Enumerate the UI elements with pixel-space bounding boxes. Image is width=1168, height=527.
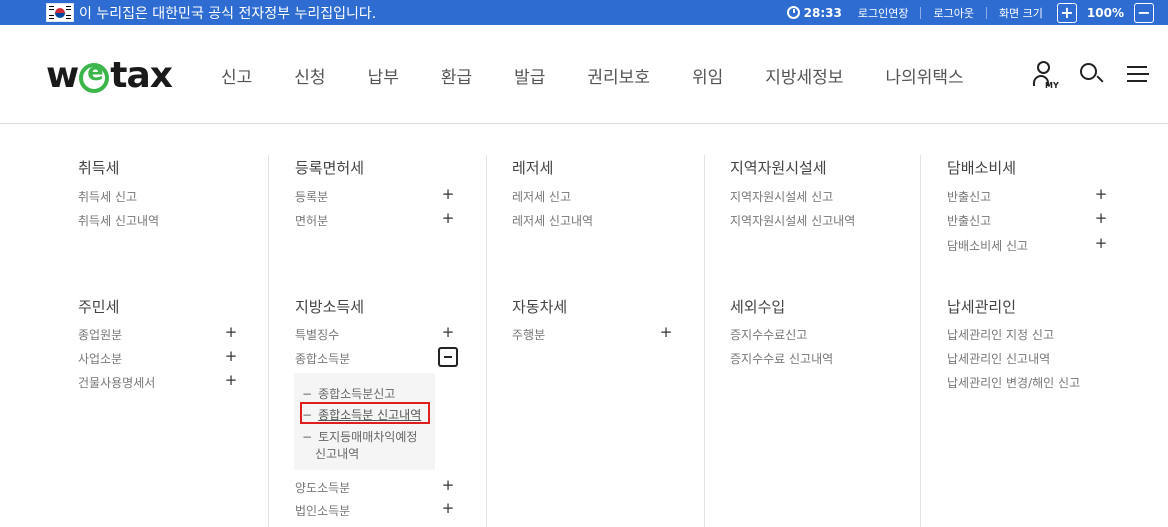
menu-item[interactable]: 납세관리인 변경/해인 신고	[947, 374, 1080, 391]
category-local-income-tax[interactable]: 지방소득세	[295, 296, 364, 317]
highlight-box	[300, 402, 430, 424]
category-tax-administrator[interactable]: 납세관리인	[947, 296, 1016, 317]
menu-item[interactable]: 사업소분	[78, 350, 122, 367]
menu-item[interactable]: 종합소득분	[295, 350, 350, 367]
category-resident-tax[interactable]: 주민세	[78, 296, 119, 317]
expand-plus-icon[interactable]: +	[441, 209, 455, 227]
screen-size-label: 화면 크기	[998, 6, 1043, 20]
category-regional-resource-tax[interactable]: 지역자원시설세	[730, 157, 827, 178]
menu-item[interactable]: 등록분	[295, 188, 328, 205]
nav-my-wetax[interactable]: 나의위택스	[885, 63, 963, 88]
column-divider	[268, 155, 269, 527]
wetax-logo[interactable]: wtax	[46, 55, 173, 96]
collapse-minus-icon[interactable]	[438, 347, 458, 367]
column-divider	[920, 155, 921, 527]
expand-plus-icon[interactable]: +	[441, 185, 455, 203]
submenu-item[interactable]: − 토지등매매차익예정	[302, 428, 417, 445]
menu-item[interactable]: 지역자원시설세 신고내역	[730, 212, 855, 229]
menu-item[interactable]: 반출신고	[947, 212, 991, 229]
site-header: wtax 신고 신청 납부 환급 발급 권리보호 위임 지방세정보 나의위택스 …	[0, 25, 1168, 124]
zoom-in-button[interactable]: +	[1056, 2, 1077, 23]
expand-plus-icon[interactable]: +	[224, 371, 238, 389]
menu-item[interactable]: 납세관리인 신고내역	[947, 350, 1050, 367]
submenu-item[interactable]: − 종합소득분신고	[302, 385, 395, 402]
category-registration-tax[interactable]: 등록면허세	[295, 157, 364, 178]
zoom-level: 100%	[1086, 5, 1124, 20]
nav-refund[interactable]: 환급	[441, 63, 472, 88]
clock-icon	[786, 6, 800, 19]
divider	[985, 6, 987, 19]
zoom-out-button[interactable]: −	[1134, 2, 1154, 23]
nav-tax-info[interactable]: 지방세정보	[765, 63, 843, 88]
menu-item[interactable]: 주행분	[512, 326, 545, 343]
menu-item[interactable]: 증지수수료 신고내역	[730, 350, 833, 367]
extend-login-link[interactable]: 로그인연장	[858, 5, 909, 21]
main-nav: 신고 신청 납부 환급 발급 권리보호 위임 지방세정보 나의위택스	[200, 63, 985, 88]
menu-item[interactable]: 법인소득분	[295, 502, 350, 519]
column-divider	[704, 155, 705, 527]
category-leisure-tax[interactable]: 레저세	[512, 157, 553, 178]
menu-item[interactable]: 납세관리인 지정 신고	[947, 326, 1054, 343]
expand-plus-icon[interactable]: +	[441, 476, 455, 494]
menu-item[interactable]: 취득세 신고	[78, 188, 137, 205]
category-tobacco-tax[interactable]: 담배소비세	[947, 157, 1016, 178]
session-timer: 28:33	[803, 5, 842, 20]
menu-item[interactable]: 레저세 신고내역	[512, 212, 593, 229]
menu-item[interactable]: 증지수수료신고	[730, 326, 807, 343]
korea-flag-icon	[46, 3, 74, 22]
gov-banner: 이 누리집은 대한민국 공식 전자정부 누리집입니다. 28:33 로그인연장 …	[0, 0, 1168, 25]
hamburger-menu-icon[interactable]	[1127, 61, 1153, 87]
nav-apply[interactable]: 신청	[294, 63, 325, 88]
logout-link[interactable]: 로그아웃	[933, 5, 973, 21]
expand-plus-icon[interactable]: +	[441, 323, 455, 341]
expand-plus-icon[interactable]: +	[659, 323, 673, 341]
menu-item[interactable]: 면허분	[295, 212, 328, 229]
nav-rights[interactable]: 권리보호	[587, 63, 650, 88]
menu-item[interactable]: 종업원분	[78, 326, 122, 343]
menu-item[interactable]: 특별징수	[295, 326, 339, 343]
my-page-icon[interactable]: MY	[1031, 61, 1059, 90]
nav-issue[interactable]: 발급	[514, 63, 545, 88]
nav-pay[interactable]: 납부	[368, 63, 399, 88]
menu-item[interactable]: 반출신고	[947, 188, 991, 205]
expand-plus-icon[interactable]: +	[1094, 234, 1108, 252]
expand-plus-icon[interactable]: +	[1094, 209, 1108, 227]
column-divider	[486, 155, 487, 527]
menu-item[interactable]: 건물사용명세서	[78, 374, 155, 391]
menu-item[interactable]: 지역자원시설세 신고	[730, 188, 833, 205]
expand-plus-icon[interactable]: +	[224, 347, 238, 365]
search-icon[interactable]	[1078, 61, 1104, 87]
submenu-item-cont[interactable]: 신고내역	[315, 445, 359, 462]
category-acquisition-tax[interactable]: 취득세	[78, 157, 119, 178]
expand-plus-icon[interactable]: +	[1094, 185, 1108, 203]
menu-item[interactable]: 취득세 신고내역	[78, 212, 159, 229]
nav-delegate[interactable]: 위임	[692, 63, 723, 88]
gov-notice: 이 누리집은 대한민국 공식 전자정부 누리집입니다.	[79, 6, 377, 22]
expand-plus-icon[interactable]: +	[441, 499, 455, 517]
menu-item[interactable]: 담배소비세 신고	[947, 237, 1028, 254]
category-non-tax-revenue[interactable]: 세외수입	[730, 296, 785, 317]
nav-report[interactable]: 신고	[221, 63, 252, 88]
divider	[920, 6, 922, 19]
category-vehicle-tax[interactable]: 자동차세	[512, 296, 567, 317]
menu-item[interactable]: 레저세 신고	[512, 188, 571, 205]
expand-plus-icon[interactable]: +	[224, 323, 238, 341]
logo-e-icon	[79, 58, 110, 93]
menu-item[interactable]: 양도소득분	[295, 479, 350, 496]
